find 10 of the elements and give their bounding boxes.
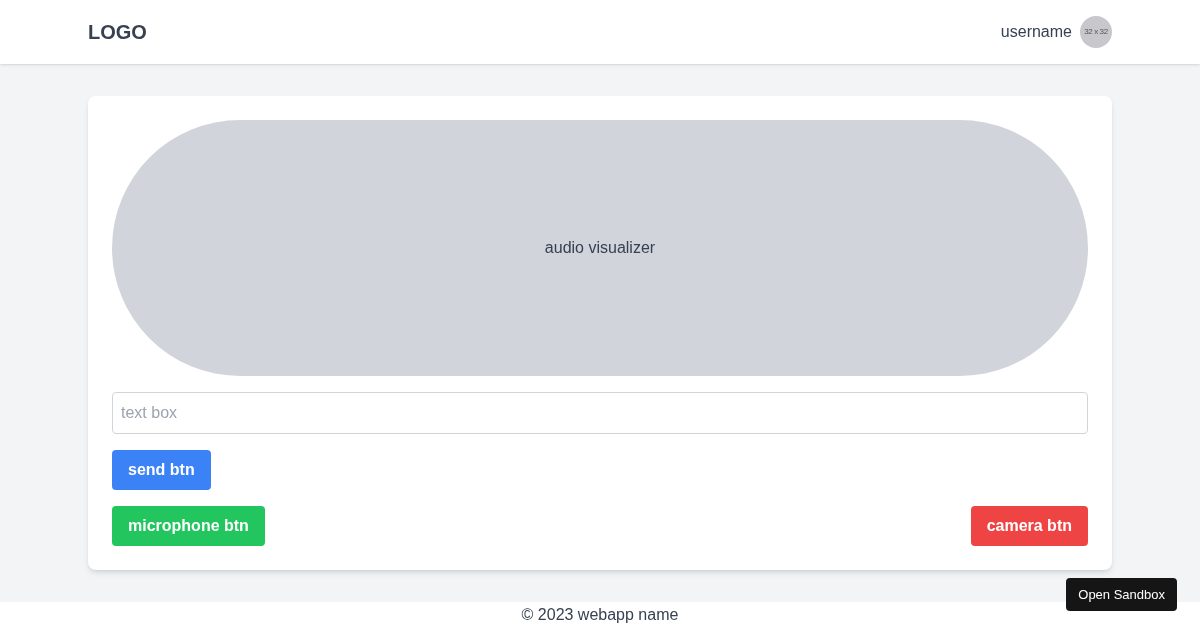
- avatar: 32 x 32: [1080, 16, 1112, 48]
- copyright: © 2023 webapp name: [521, 605, 679, 625]
- text-box[interactable]: text box: [112, 392, 1088, 434]
- visualizer-label: audio visualizer: [544, 238, 656, 258]
- username: username: [1000, 22, 1072, 42]
- send-button[interactable]: send btn: [112, 450, 211, 490]
- camera-button[interactable]: camera btn: [970, 506, 1088, 546]
- open-sandbox-button[interactable]: Open Sandbox: [1066, 578, 1177, 611]
- microphone-button[interactable]: microphone btn: [112, 506, 265, 546]
- logo: LOGO: [88, 20, 147, 45]
